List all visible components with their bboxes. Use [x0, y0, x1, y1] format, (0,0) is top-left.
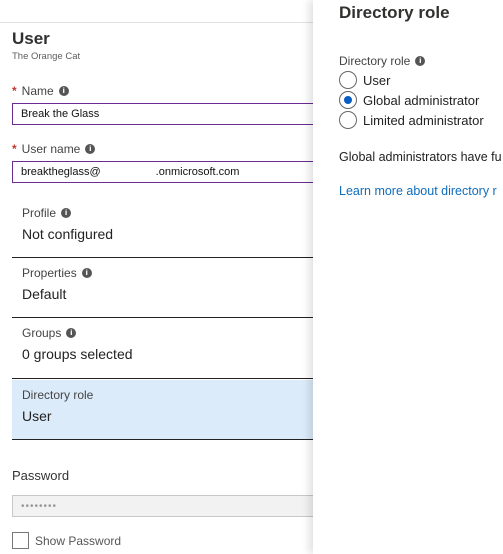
name-input[interactable]: Break the Glass: [12, 103, 313, 125]
learn-more-link[interactable]: Learn more about directory r: [339, 184, 497, 198]
blade-subtitle: The Orange Cat: [12, 51, 81, 62]
radio-button[interactable]: [339, 111, 357, 129]
radio-label: Limited administrator: [363, 112, 484, 128]
name-label: Name: [21, 84, 54, 98]
groups-label-row: Groups i: [22, 326, 77, 340]
properties-value: Default: [22, 286, 67, 302]
password-label: Password: [12, 468, 70, 483]
info-icon[interactable]: i: [81, 268, 92, 278]
profile-section[interactable]: Profile i Not configured: [12, 198, 313, 258]
username-label-row: * User name i: [12, 142, 96, 156]
radio-button-selected[interactable]: [339, 91, 357, 109]
show-password-checkbox[interactable]: [12, 532, 29, 549]
user-blade: User The Orange Cat * Name i Break the G…: [0, 0, 313, 554]
groups-label: Groups: [22, 326, 62, 340]
username-input[interactable]: breaktheglass@ .onmicrosoft.com: [12, 161, 313, 183]
show-password-option[interactable]: Show Password: [12, 532, 121, 549]
radio-selected-dot: [344, 96, 352, 104]
directory-role-blade: Directory role Directory role i User Glo…: [313, 0, 503, 554]
groups-section[interactable]: Groups i 0 groups selected: [12, 318, 313, 379]
radio-option-global-administrator[interactable]: Global administrator: [339, 91, 479, 109]
info-icon[interactable]: i: [66, 328, 77, 338]
required-marker: *: [12, 142, 17, 156]
divider: [0, 22, 313, 23]
password-field: ••••••••: [12, 495, 313, 517]
username-label: User name: [21, 142, 81, 156]
info-icon[interactable]: i: [415, 56, 426, 66]
blade-title: User: [12, 29, 50, 48]
required-marker: *: [12, 84, 17, 98]
radio-option-user[interactable]: User: [339, 71, 390, 89]
directory-role-value: User: [22, 408, 52, 424]
directory-role-section[interactable]: Directory role User: [12, 380, 313, 440]
profile-value: Not configured: [22, 226, 114, 242]
radio-label: Global administrator: [363, 92, 480, 108]
info-icon[interactable]: i: [58, 86, 69, 96]
properties-section[interactable]: Properties i Default: [12, 258, 313, 318]
info-icon[interactable]: i: [61, 208, 72, 218]
radio-label: User: [363, 72, 391, 88]
radio-button[interactable]: [339, 71, 357, 89]
properties-label: Properties: [22, 266, 77, 280]
name-label-row: * Name i: [12, 84, 69, 98]
profile-label: Profile: [22, 206, 57, 220]
role-description: Global administrators have fu: [339, 150, 502, 164]
info-icon[interactable]: i: [85, 144, 96, 154]
profile-label-row: Profile i: [22, 206, 72, 220]
properties-label-row: Properties i: [22, 266, 92, 280]
directory-role-field-label: Directory role: [339, 54, 411, 68]
groups-value: 0 groups selected: [22, 346, 133, 362]
show-password-label: Show Password: [35, 533, 122, 548]
directory-role-label: Directory role: [22, 388, 94, 402]
directory-role-label-row: Directory role: [22, 388, 93, 402]
radio-option-limited-administrator[interactable]: Limited administrator: [339, 111, 484, 129]
directory-role-title: Directory role: [339, 3, 450, 22]
directory-role-field-label-row: Directory role i: [339, 54, 426, 68]
